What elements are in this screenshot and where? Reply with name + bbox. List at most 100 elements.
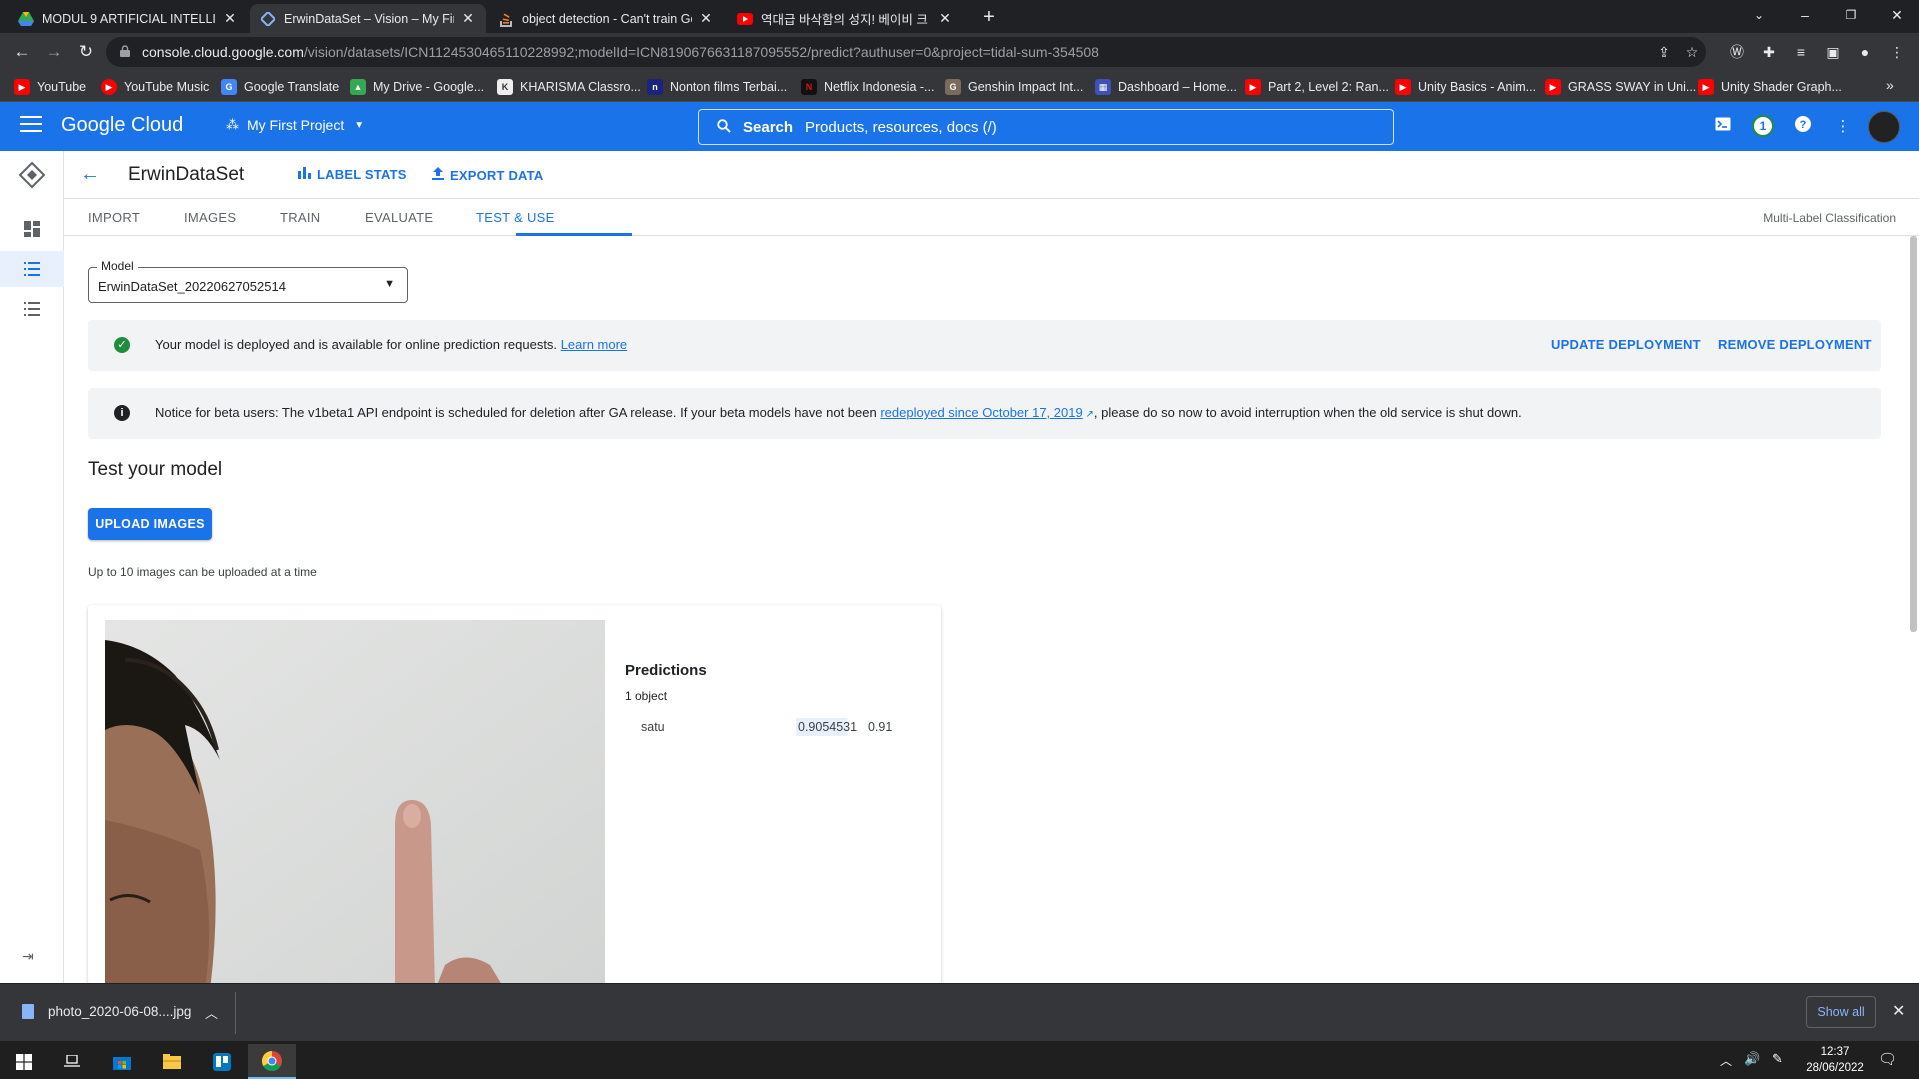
tab-search-icon[interactable]: ⌄ xyxy=(1736,0,1782,33)
bookmark-item[interactable]: K KHARISMA Classro... xyxy=(497,78,641,96)
beta-notice-text: Notice for beta users: The v1beta1 API e… xyxy=(155,405,1522,420)
bookmark-item[interactable]: n Nonton films Terbai... xyxy=(647,78,787,96)
close-icon[interactable]: ✕ xyxy=(222,10,238,27)
more-vert-icon[interactable]: ⋮ xyxy=(1832,116,1854,138)
export-data-button[interactable]: EXPORT DATA xyxy=(432,167,543,183)
chevron-up-icon[interactable]: ︿ xyxy=(205,1003,218,1022)
bookmark-item[interactable]: ▶ Unity Shader Graph... xyxy=(1698,78,1842,96)
windows-start-icon[interactable] xyxy=(0,1044,48,1079)
scrollbar-thumb[interactable] xyxy=(1910,236,1917,632)
browser-tab[interactable]: 역대급 바삭함의 성지! 베이비 크 ✕ xyxy=(727,4,963,33)
avatar[interactable] xyxy=(1868,111,1900,143)
section-title: Test your model xyxy=(88,459,223,480)
check-circle-icon: ✓ xyxy=(114,337,130,353)
vision-logo-icon[interactable] xyxy=(0,151,64,199)
tab-train[interactable]: TRAIN xyxy=(280,210,321,225)
bookmark-item[interactable]: ▦ Dashboard – Home... xyxy=(1095,78,1237,96)
bookmark-item[interactable]: G Genshin Impact Int... xyxy=(945,78,1083,96)
bookmark-item[interactable]: N Netflix Indonesia -... xyxy=(801,78,934,96)
datasets-list-icon[interactable] xyxy=(0,251,64,287)
volume-icon[interactable]: 🔊 xyxy=(1744,1051,1760,1067)
close-icon[interactable]: ✕ xyxy=(1892,1001,1905,1021)
browser-tab-active[interactable]: ErwinDataSet – Vision – My First ✕ xyxy=(250,4,486,33)
bookmark-item[interactable]: ▶ YouTube xyxy=(14,78,86,96)
new-tab-button[interactable]: + xyxy=(977,6,1001,30)
dataset-header: ← ErwinDataSet LABEL STATS EXPORT DATA xyxy=(64,151,1919,199)
tab-title: object detection - Can't train Go xyxy=(522,11,692,26)
trello-icon[interactable] xyxy=(198,1044,246,1079)
hamburger-menu-icon[interactable] xyxy=(20,116,42,134)
redeployed-link[interactable]: redeployed since October 17, 2019 xyxy=(880,405,1082,420)
project-name: My First Project xyxy=(247,117,345,133)
bookmark-item[interactable]: ▶ Part 2, Level 2: Ran... xyxy=(1245,78,1389,96)
left-nav-rail xyxy=(0,151,64,983)
bookmark-item[interactable]: ▶ GRASS SWAY in Uni... xyxy=(1545,78,1696,96)
remove-deployment-button[interactable]: REMOVE DEPLOYMENT xyxy=(1718,337,1872,352)
search-placeholder: Products, resources, docs (/) xyxy=(805,118,997,136)
forward-arrow-icon[interactable]: → xyxy=(40,38,68,66)
help-icon[interactable]: ? xyxy=(1792,116,1814,138)
chevron-right-icon[interactable]: » xyxy=(1886,77,1894,93)
dashboard-icon: ▦ xyxy=(1095,79,1111,95)
upload-images-button[interactable]: UPLOAD IMAGES xyxy=(88,508,212,540)
back-arrow-icon[interactable]: ← xyxy=(8,38,36,66)
close-icon[interactable]: ✕ xyxy=(460,10,476,27)
search-input[interactable]: Search Products, resources, docs (/) xyxy=(698,109,1394,145)
kebab-menu-icon[interactable]: ⋮ xyxy=(1887,42,1907,62)
window-close-icon[interactable]: ✕ xyxy=(1874,0,1919,33)
close-icon[interactable]: ✕ xyxy=(698,10,714,27)
store-icon[interactable] xyxy=(98,1044,146,1079)
tab-images[interactable]: IMAGES xyxy=(184,210,236,225)
address-bar[interactable]: console.cloud.google.com/vision/datasets… xyxy=(106,37,1706,67)
file-icon xyxy=(22,1004,34,1019)
show-all-button[interactable]: Show all xyxy=(1806,996,1876,1028)
caret-down-icon: ▼ xyxy=(384,278,395,290)
models-list-icon[interactable] xyxy=(0,291,64,327)
expand-rail-icon[interactable]: ⇥ xyxy=(22,948,34,965)
google-cloud-logo[interactable]: Google Cloud xyxy=(61,114,183,137)
tab-evaluate[interactable]: EVALUATE xyxy=(365,210,433,225)
puzzle-icon[interactable]: ✚ xyxy=(1759,42,1779,62)
model-select[interactable]: Model ErwinDataSet_20220627052514 ▼ xyxy=(88,259,408,303)
reload-icon[interactable]: ↻ xyxy=(72,38,100,66)
download-item[interactable]: photo_2020-06-08....jpg xyxy=(22,1004,191,1019)
prediction-label: satu xyxy=(641,720,665,734)
update-deployment-button[interactable]: UPDATE DEPLOYMENT xyxy=(1551,337,1701,352)
bookmark-item[interactable]: ▲ My Drive - Google... xyxy=(350,78,484,96)
notifications-badge[interactable]: 1 xyxy=(1752,115,1774,137)
learn-more-link[interactable]: Learn more xyxy=(561,337,627,352)
side-panel-icon[interactable]: ▣ xyxy=(1823,42,1843,62)
project-picker[interactable]: ⁂ My First Project ▼ xyxy=(226,117,364,133)
extension-w-icon[interactable]: Ⓦ xyxy=(1727,42,1747,62)
model-select-label: Model xyxy=(97,259,138,273)
browser-tab[interactable]: object detection - Can't train Go ✕ xyxy=(488,4,724,33)
tab-import[interactable]: IMPORT xyxy=(88,210,140,225)
youtube-icon: ▶ xyxy=(14,79,30,95)
google-drive-icon: ▲ xyxy=(350,79,366,95)
tab-test-and-use[interactable]: TEST & USE xyxy=(476,210,555,225)
back-arrow-icon[interactable]: ← xyxy=(80,163,100,186)
cloud-shell-icon[interactable] xyxy=(1712,116,1734,138)
minimize-icon[interactable]: – xyxy=(1782,0,1828,33)
reading-list-icon[interactable]: ≡ xyxy=(1791,42,1811,62)
divider xyxy=(235,992,236,1034)
tray-chevron-up-icon[interactable]: ︿ xyxy=(1720,1052,1732,1069)
chrome-icon[interactable] xyxy=(248,1044,296,1079)
system-clock[interactable]: 12:37 28/06/2022 xyxy=(1800,1044,1870,1076)
close-icon[interactable]: ✕ xyxy=(937,10,953,27)
bookmark-item[interactable]: G Google Translate xyxy=(221,78,339,96)
dashboard-icon[interactable] xyxy=(0,211,64,247)
bookmark-item[interactable]: ▶ Unity Basics - Anim... xyxy=(1395,78,1536,96)
browser-tab[interactable]: MODUL 9 ARTIFICIAL INTELLIGEN ✕ xyxy=(8,4,248,33)
star-icon[interactable]: ☆ xyxy=(1682,42,1702,62)
bookmark-item[interactable]: ▶ YouTube Music xyxy=(101,78,209,96)
profile-avatar-icon[interactable]: ● xyxy=(1855,42,1875,62)
netflix-icon: N xyxy=(801,79,817,95)
pen-icon[interactable]: ✎ xyxy=(1772,1051,1783,1067)
file-explorer-icon[interactable] xyxy=(148,1044,196,1079)
restore-icon[interactable]: ❐ xyxy=(1828,0,1874,33)
label-stats-button[interactable]: LABEL STATS xyxy=(298,167,407,182)
share-icon[interactable]: ⇪ xyxy=(1654,42,1674,62)
notification-center-icon[interactable]: 🗨 xyxy=(1878,1050,1897,1068)
task-view-icon[interactable] xyxy=(48,1044,96,1079)
